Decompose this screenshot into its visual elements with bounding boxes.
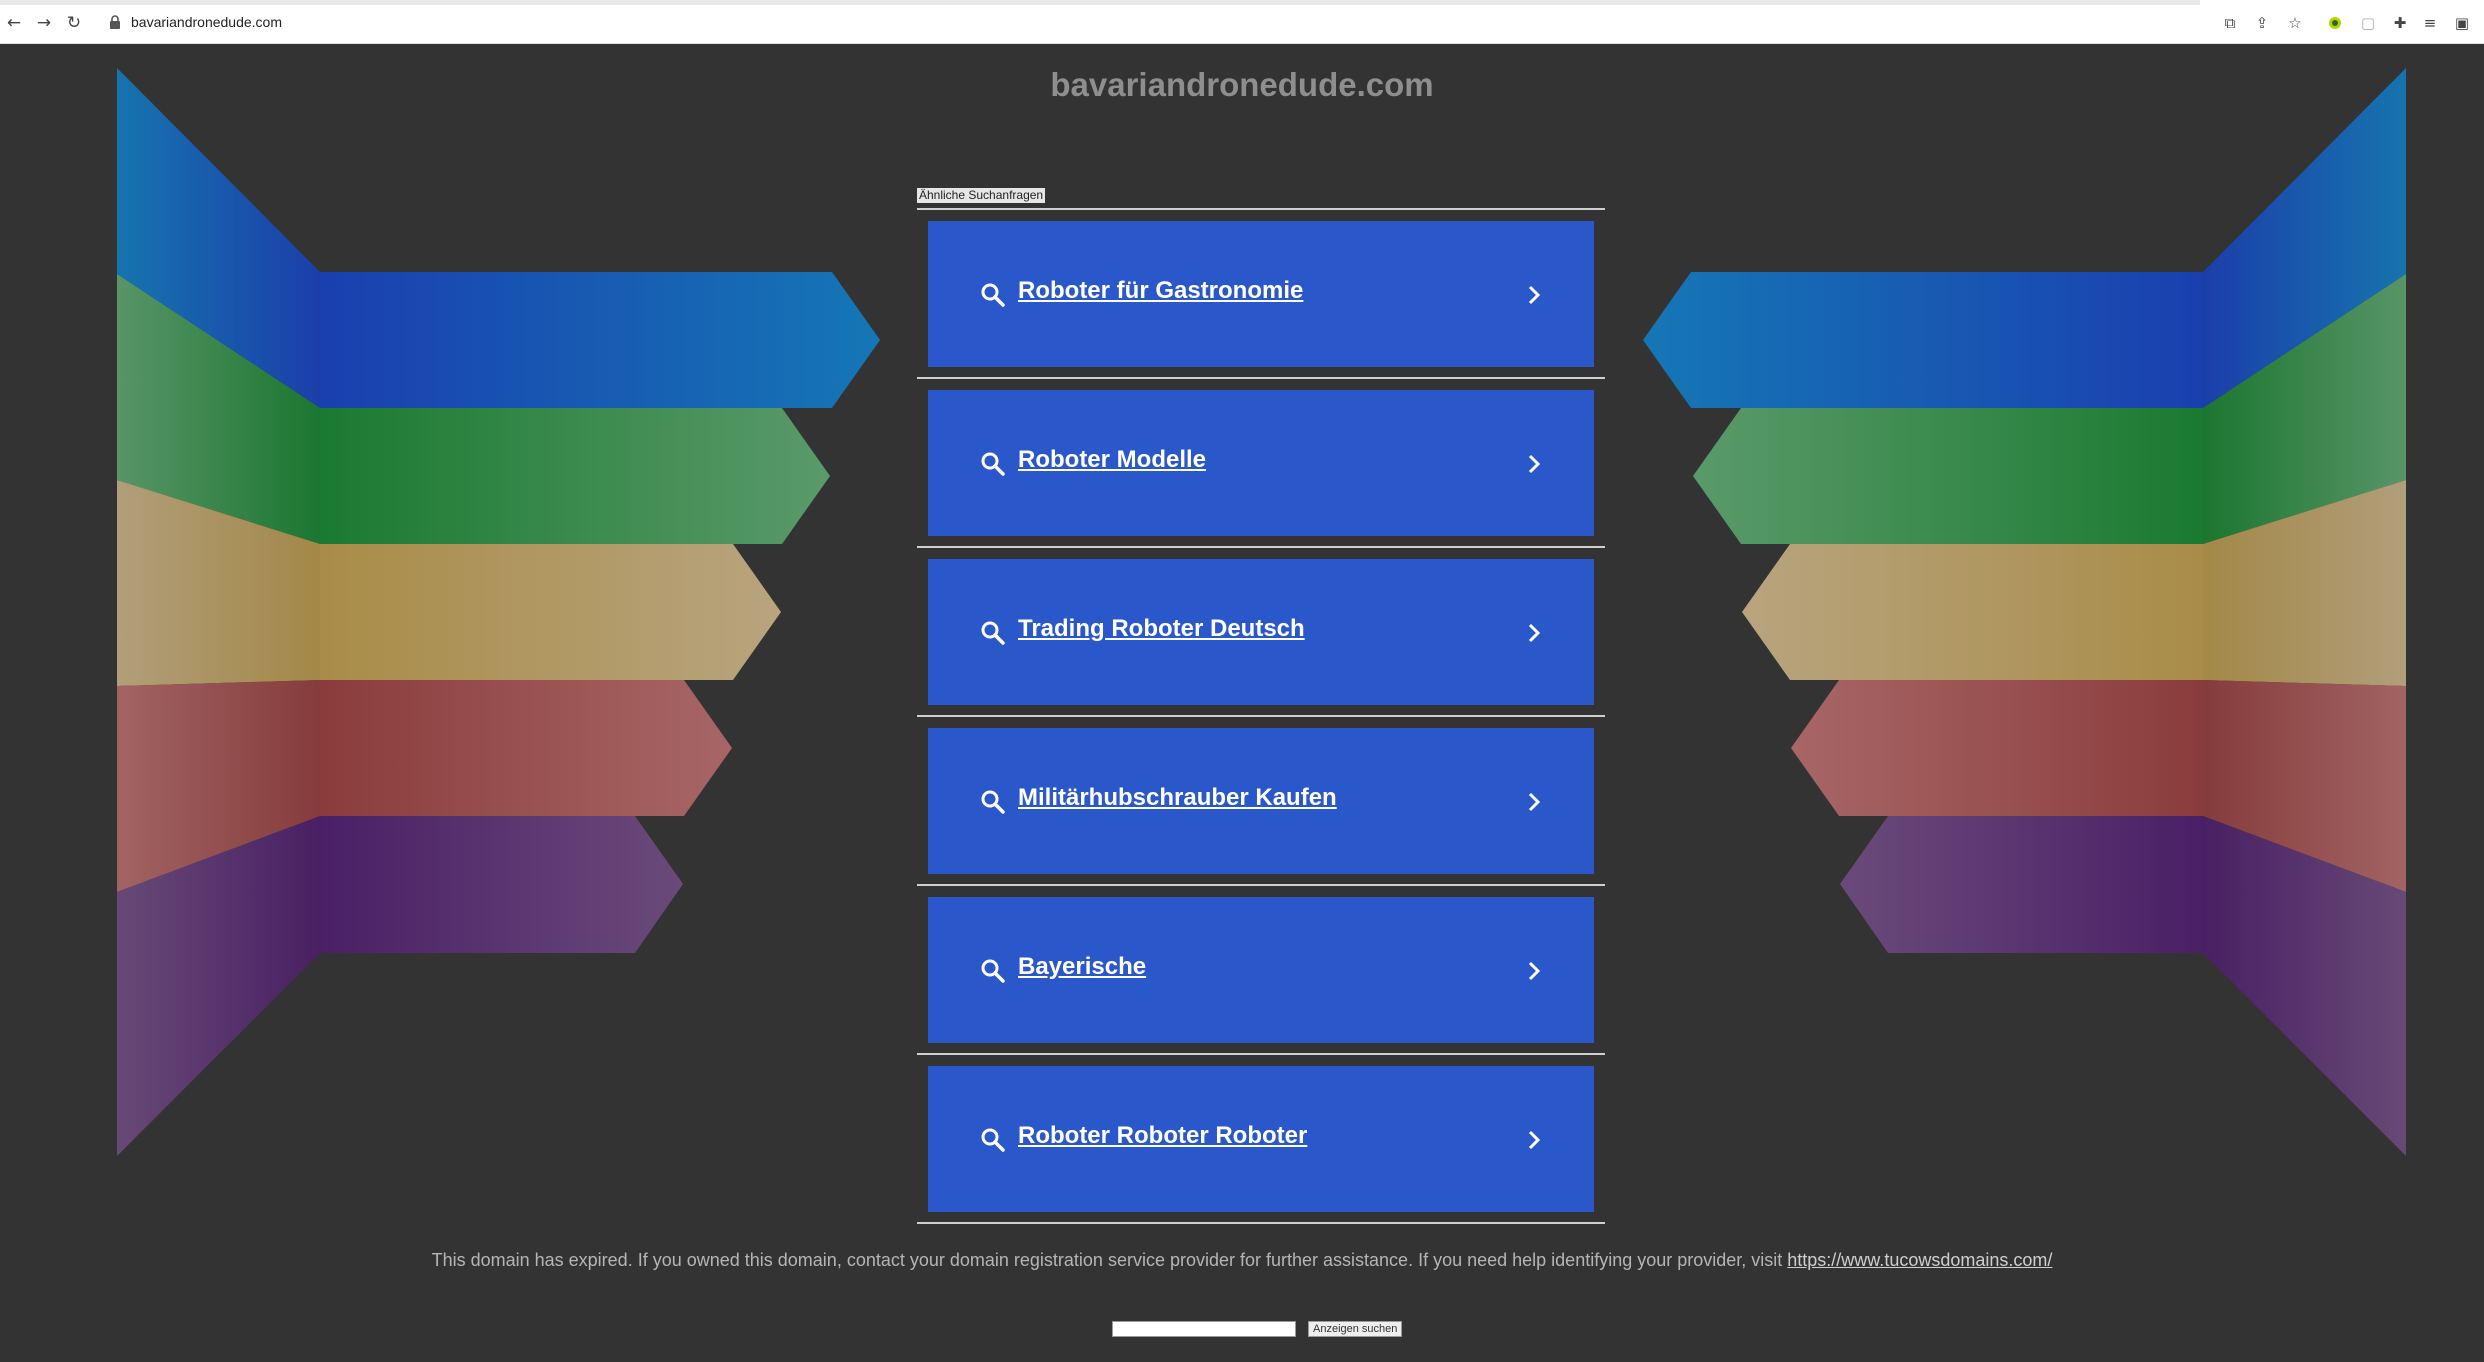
lock-icon[interactable] — [109, 15, 121, 29]
related-links-list: Roboter für Gastronomie Roboter Modelle … — [917, 208, 1605, 1224]
related-link-label: Militärhubschrauber Kaufen — [1018, 784, 1337, 811]
tucows-link[interactable]: https://www.tucowsdomains.com/ — [1787, 1250, 2052, 1270]
search-ads-button[interactable]: Anzeigen suchen — [1308, 1321, 1403, 1337]
related-link-label: Bayerische — [1018, 953, 1147, 980]
list-item: Roboter Roboter Roboter — [917, 1055, 1605, 1224]
forward-icon[interactable]: → — [34, 13, 54, 33]
star-icon[interactable]: ☆ — [2285, 13, 2305, 33]
related-link-2[interactable]: Roboter Modelle — [928, 390, 1594, 536]
related-link-label: Roboter für Gastronomie — [1018, 277, 1304, 304]
chevron-right-icon — [1528, 623, 1541, 643]
list-item: Roboter für Gastronomie — [917, 210, 1605, 379]
address-bar[interactable]: bavariandronedude.com — [131, 14, 282, 30]
sidepanel-icon[interactable]: ▣ — [2452, 13, 2472, 33]
chevron-right-icon — [1528, 792, 1541, 812]
list-item: Trading Roboter Deutsch — [917, 548, 1605, 717]
share-icon[interactable]: ⇪ — [2252, 13, 2272, 33]
translate-icon[interactable]: ⧉ — [2220, 13, 2240, 33]
reload-icon[interactable]: ↻ — [64, 13, 84, 33]
list-item: Roboter Modelle — [917, 379, 1605, 548]
chevron-right-icon — [1528, 285, 1541, 305]
related-link-4[interactable]: Militärhubschrauber Kaufen — [928, 728, 1594, 874]
related-link-5[interactable]: Bayerische — [928, 897, 1594, 1043]
related-link-1[interactable]: Roboter für Gastronomie — [928, 221, 1594, 367]
related-link-3[interactable]: Trading Roboter Deutsch — [928, 559, 1594, 705]
copy-icon[interactable]: ▢ — [2358, 13, 2378, 33]
list-item: Militärhubschrauber Kaufen — [917, 717, 1605, 886]
site-title: bavariandronedude.com — [1050, 66, 1434, 103]
related-link-label: Roboter Modelle — [1018, 446, 1207, 473]
chevron-right-icon — [1528, 1130, 1541, 1150]
tab-strip-edge — [0, 0, 2200, 5]
search-icon — [981, 1128, 1005, 1152]
notice-text: This domain has expired. If you owned th… — [431, 1250, 1788, 1270]
extension-icon[interactable] — [2325, 13, 2345, 33]
search-icon — [981, 621, 1005, 645]
related-link-label: Roboter Roboter Roboter — [1018, 1122, 1308, 1149]
chevron-right-icon — [1528, 454, 1541, 474]
search-icon — [981, 959, 1005, 983]
browser-toolbar: ← → ↻ bavariandronedude.com ⧉ ⇪ ☆ ▢ ✚ ≡ … — [0, 0, 2484, 44]
search-input[interactable] — [1112, 1321, 1296, 1337]
search-icon — [981, 283, 1005, 307]
related-searches-label: Ähnliche Suchanfragen — [917, 188, 1046, 203]
search-icon — [981, 790, 1005, 814]
search-icon — [981, 452, 1005, 476]
parked-domain-page: bavariandronedude.com Ähnliche Suchanfra… — [0, 43, 2484, 1362]
related-link-6[interactable]: Roboter Roboter Roboter — [928, 1066, 1594, 1212]
related-link-label: Trading Roboter Deutsch — [1018, 615, 1305, 642]
puzzle-icon[interactable]: ✚ — [2390, 13, 2410, 33]
back-icon[interactable]: ← — [4, 13, 24, 33]
list-item: Bayerische — [917, 886, 1605, 1055]
expired-domain-notice: This domain has expired. If you owned th… — [0, 1250, 2484, 1271]
reading-list-icon[interactable]: ≡ — [2420, 13, 2440, 33]
chevron-right-icon — [1528, 961, 1541, 981]
